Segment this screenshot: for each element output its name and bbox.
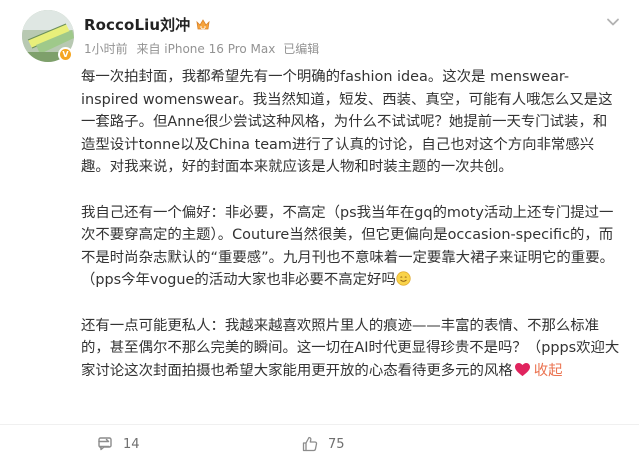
edited-label[interactable]: 已编辑 — [283, 42, 319, 56]
like-button[interactable]: 75 — [300, 434, 345, 454]
post-paragraph: 还有一点可能更私人：我越来越喜欢照片里人的痕迹——丰富的表情、不那么标准的，甚至… — [81, 317, 620, 379]
verified-v-icon: V — [58, 47, 73, 62]
post-meta: 1小时前 来自 iPhone 16 Pro Max 已编辑 — [84, 40, 319, 57]
post-paragraph: 我自己还有一个偏好：非必要，不高定（ps我当年在gq的moty活动上还专门提过一… — [81, 204, 614, 289]
post-source: 来自 iPhone 16 Pro Max — [136, 42, 276, 56]
footer-divider — [0, 424, 639, 425]
chevron-down-icon[interactable] — [603, 12, 623, 32]
post-paragraph: 每一次拍封面，我都希望先有一个明确的fashion idea。这次是 mensw… — [81, 69, 613, 176]
like-icon — [302, 436, 318, 452]
post-footer: 14 75 — [0, 424, 639, 467]
crown-badge-icon — [196, 18, 210, 29]
user-name[interactable]: RoccoLiu刘冲 — [84, 14, 190, 35]
smile-emoji-icon — [396, 271, 411, 286]
collapse-link[interactable]: 收起 — [534, 363, 563, 379]
comment-button[interactable]: 14 — [95, 434, 140, 454]
like-count: 75 — [328, 436, 345, 452]
post-time[interactable]: 1小时前 — [84, 42, 128, 56]
comment-icon — [98, 437, 112, 451]
post-author: RoccoLiu刘冲 — [84, 14, 211, 35]
post-body: 每一次拍封面，我都希望先有一个明确的fashion idea。这次是 mensw… — [81, 66, 621, 382]
red-heart-icon — [514, 362, 530, 376]
comment-count: 14 — [123, 436, 140, 452]
